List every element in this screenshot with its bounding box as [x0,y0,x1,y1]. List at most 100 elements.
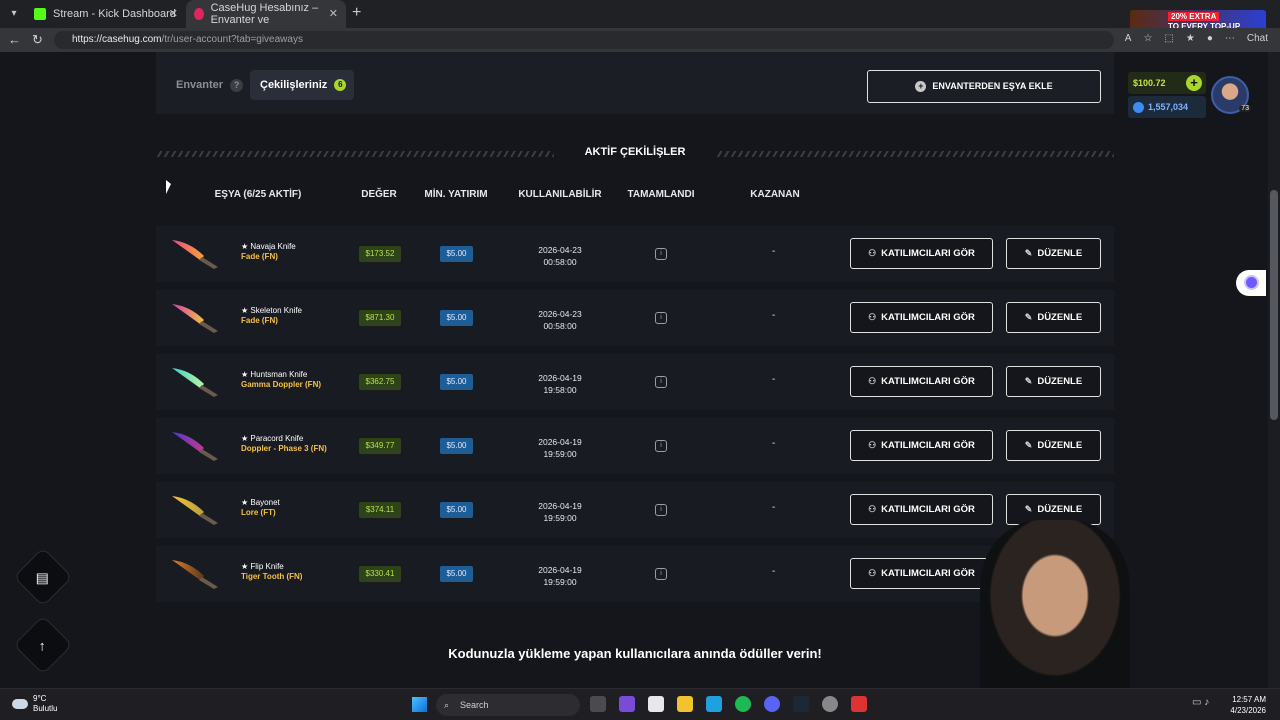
widget-icon [1246,277,1257,288]
add-funds-button[interactable]: + [1186,75,1202,91]
temperature: 9°C [33,694,47,703]
edit-button[interactable]: ✎ DÜZENLE [1006,430,1101,461]
tab-kick-dashboard[interactable]: Stream - Kick Dashboard ✕ [26,0,186,28]
address-bar-row: ← ↻ https://casehug.com/tr/user-account?… [0,28,1280,52]
clock[interactable]: 12:57 AM 4/23/2026 [1222,694,1266,716]
view-participants-button[interactable]: ⚇ KATILIMCILARI GÖR [850,238,993,269]
scrollbar-thumb[interactable] [1270,190,1278,420]
new-tab-button[interactable]: + [352,4,361,22]
tab-list-icon[interactable]: ▾ [6,6,22,22]
start-button[interactable] [412,697,427,712]
time: 00:58:00 [543,321,577,331]
col-winner: KAZANAN [750,189,800,200]
available-date: 2026-04-23 00:58:00 [526,308,594,332]
time: 19:59:00 [543,577,577,587]
taskbar-apps [590,696,867,712]
avatar[interactable]: 73 [1211,76,1251,114]
edit-button[interactable]: ✎ DÜZENLE [1006,366,1101,397]
profile-icon[interactable]: ● [1207,33,1213,44]
info-icon[interactable]: i [655,568,667,580]
view-participants-button[interactable]: ⚇ KATILIMCILARI GÖR [850,302,993,333]
tab-giveaways[interactable]: Çekilişleriniz 6 [250,70,354,100]
mouse-cursor [166,180,171,194]
favorites-icon[interactable]: ★ [1186,33,1195,44]
copilot-icon[interactable] [619,696,635,712]
item-name: ★ Flip Knife [241,562,284,571]
knife-icon [172,240,218,269]
app-icon[interactable] [851,696,867,712]
item-name: ★ Huntsman Knife [241,370,308,379]
cloud-icon [12,699,28,709]
search-icon: ⌕ [444,700,450,710]
view-participants-button[interactable]: ⚇ KATILIMCILARI GÖR [850,494,993,525]
view-participants-button[interactable]: ⚇ KATILIMCILARI GÖR [850,430,993,461]
edge-icon[interactable] [706,696,722,712]
item-finish: Fade (FN) [241,316,278,325]
value-badge: $362.75 [359,374,401,390]
available-date: 2026-04-19 19:59:00 [526,500,594,524]
steam-icon[interactable] [793,696,809,712]
spotify-icon[interactable] [735,696,751,712]
task-view-icon[interactable] [590,696,606,712]
kick-icon [34,8,46,20]
store-icon[interactable] [648,696,664,712]
info-icon[interactable]: i [655,504,667,516]
info-icon[interactable]: i [655,248,667,260]
casehug-icon [194,8,204,20]
winner: - [772,566,776,577]
item-finish: Tiger Tooth (FN) [241,572,303,581]
star-icon[interactable]: ☆ [1143,33,1152,44]
min-deposit-badge: $5.00 [440,310,473,326]
help-icon[interactable]: ? [230,78,244,92]
info-icon[interactable]: i [655,440,667,452]
points-display: 1,557,034 [1128,96,1206,118]
edit-button[interactable]: ✎ DÜZENLE [1006,238,1101,269]
add-item-from-inventory-button[interactable]: + ENVANTERDEN EŞYA EKLE [867,70,1101,103]
tab-inventory[interactable]: Envanter ? [176,70,244,100]
side-widget[interactable] [1236,270,1266,296]
col-completed: TAMAMLANDI [627,189,695,200]
time: 19:59:00 [543,449,577,459]
weather-widget[interactable]: 9°C Bulutlu [12,694,57,714]
chat-fab[interactable]: ▤ [13,547,73,607]
min-deposit-badge: $5.00 [440,438,473,454]
button-label: DÜZENLE [1037,248,1083,259]
discord-icon[interactable] [764,696,780,712]
more-icon[interactable]: ⋯ [1225,33,1235,44]
close-icon[interactable]: ✕ [169,7,178,20]
view-participants-button[interactable]: ⚇ KATILIMCILARI GÖR [850,558,993,589]
users-icon: ⚇ [868,248,877,258]
url-field[interactable]: https://casehug.com/tr/user-account?tab=… [54,31,1114,49]
giveaway-row: ★ Skeleton Knife Fade (FN) $871.30 $5.00… [156,290,1114,346]
tab-title: Stream - Kick Dashboard [53,8,176,20]
balance-display[interactable]: $100.72 + [1128,72,1206,94]
extensions-icon[interactable]: ⬚ [1164,33,1173,44]
settings-icon[interactable] [822,696,838,712]
users-icon: ⚇ [868,504,877,514]
view-participants-button[interactable]: ⚇ KATILIMCILARI GÖR [850,366,993,397]
scroll-top-fab[interactable]: ↑ [13,615,73,675]
edit-button[interactable]: ✎ DÜZENLE [1006,302,1101,333]
read-aloud-icon[interactable]: A [1125,33,1132,44]
info-icon[interactable]: i [655,312,667,324]
system-tray[interactable]: ▭ ♪ [1192,697,1209,708]
url-host: https://casehug.com [72,34,162,45]
item-finish: Doppler - Phase 3 (FN) [241,444,327,453]
close-icon[interactable]: ✕ [329,7,338,20]
winner: - [772,438,776,449]
taskbar-search[interactable]: ⌕ Search [436,694,580,716]
button-label: KATILIMCILARI GÖR [881,504,975,515]
chat-button[interactable]: Chat [1247,33,1268,44]
back-icon[interactable]: ← [8,32,21,47]
pencil-icon: ✎ [1024,248,1033,258]
browser-tab-bar: ▾ Stream - Kick Dashboard ✕ CaseHug Hesa… [0,0,1280,34]
reload-icon[interactable]: ↻ [32,32,43,48]
date: 2026-04-19 [538,501,582,511]
explorer-icon[interactable] [677,696,693,712]
ad-headline: 20% EXTRA [1168,12,1220,21]
value-badge: $374.11 [359,502,401,518]
info-icon[interactable]: i [655,376,667,388]
button-label: DÜZENLE [1037,440,1083,451]
time: 19:59:00 [543,513,577,523]
tab-casehug[interactable]: CaseHug Hesabınız – Envanter ve ✕ [186,0,346,28]
